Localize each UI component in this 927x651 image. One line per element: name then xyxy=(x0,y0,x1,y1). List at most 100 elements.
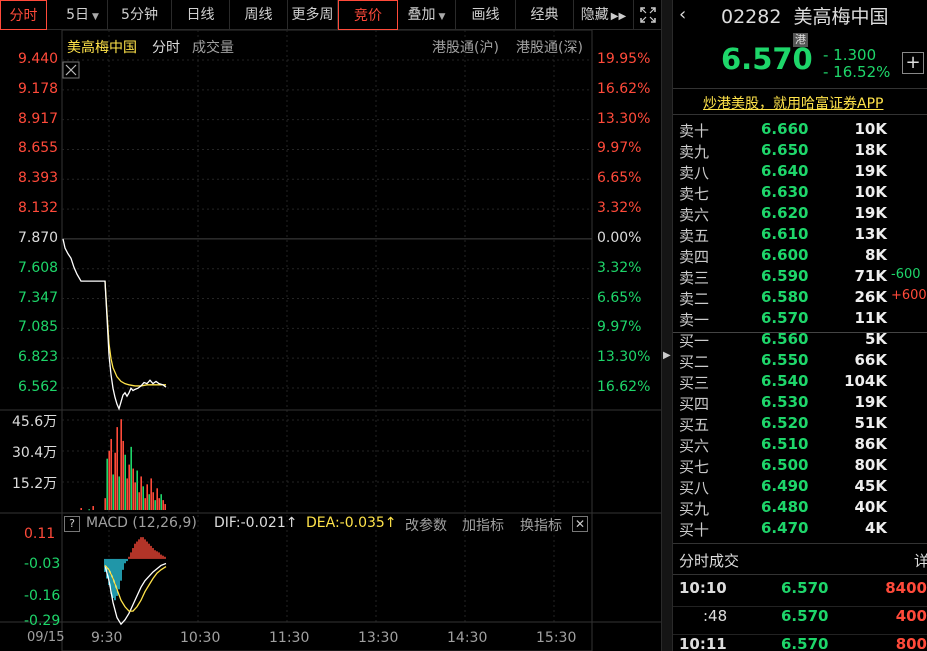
orderbook-row[interactable]: 卖九 6.650 18K xyxy=(673,141,927,162)
add-indicator-button[interactable]: 加指标 xyxy=(462,515,504,535)
orderbook-row[interactable]: 买十 6.470 4K xyxy=(673,519,927,540)
overlay-dropdown[interactable]: 叠加 ▼ xyxy=(398,0,456,30)
fullscreen-button[interactable] xyxy=(634,0,661,30)
volume-bar xyxy=(142,486,144,510)
switch-indicator-button[interactable]: 换指标 xyxy=(520,515,562,535)
orderbook-volume: 13K xyxy=(854,225,888,243)
orderbook-row[interactable]: 买二 6.550 66K xyxy=(673,351,927,372)
time-tick: 15:30 xyxy=(536,630,577,646)
orderbook-volume: 19K xyxy=(854,162,888,180)
orderbook-row[interactable]: 卖五 6.610 13K xyxy=(673,225,927,246)
macd-tick: -0.16 xyxy=(24,588,61,604)
price-tick: 8.393 xyxy=(18,170,59,187)
tab-5day-label: 5日 xyxy=(66,7,89,23)
bidding-button[interactable]: 竞价 xyxy=(338,0,398,30)
book-divider xyxy=(673,332,927,333)
orderbook-level: 卖一 xyxy=(679,311,710,329)
percent-tick: 9.97% xyxy=(597,319,642,336)
tab-daily[interactable]: 日线 xyxy=(172,0,230,30)
overlay-label: 叠加 xyxy=(407,7,436,23)
orderbook-row[interactable]: 卖二 6.580 26K +600 xyxy=(673,288,927,309)
percent-tick: 13.30% xyxy=(597,110,651,127)
orderbook-row[interactable]: 卖十 6.660 10K xyxy=(673,120,927,141)
volume-bar xyxy=(152,492,154,510)
time-tick: 14:30 xyxy=(447,630,488,646)
average-price-line xyxy=(104,281,166,387)
percent-tick: 19.95% xyxy=(597,51,651,67)
orderbook-volume: 26K xyxy=(854,288,888,306)
stock-code-text: 02282 xyxy=(721,6,782,28)
volume-bar xyxy=(80,508,82,510)
volume-bar xyxy=(136,470,138,510)
classic-button[interactable]: 经典 xyxy=(516,0,574,30)
orderbook-row[interactable]: 卖一 6.570 11K xyxy=(673,309,927,330)
change-params-button[interactable]: 改参数 xyxy=(405,515,447,535)
volume-bar xyxy=(158,498,160,510)
orderbook-row[interactable]: 买三 6.540 104K xyxy=(673,372,927,393)
orderbook-row[interactable]: 买六 6.510 86K xyxy=(673,435,927,456)
panel-divider[interactable]: ▶ xyxy=(661,0,673,651)
orderbook-row[interactable]: 卖七 6.630 10K xyxy=(673,183,927,204)
orderbook-row[interactable]: 买七 6.500 80K xyxy=(673,456,927,477)
volume-bar xyxy=(148,494,150,510)
ad-text[interactable]: 炒港美股，就用哈富证券APP xyxy=(703,93,883,113)
volume-bar xyxy=(132,468,134,510)
hide-button[interactable]: 隐藏 ▶▶ xyxy=(574,0,634,30)
volume-bar xyxy=(146,484,148,510)
volume-bar xyxy=(88,509,90,511)
orderbook-price: 6.490 xyxy=(761,477,809,495)
draw-line-button[interactable]: 画线 xyxy=(456,0,516,30)
dea-value: DEA:-0.035↑ xyxy=(306,515,397,531)
orderbook-volume: 45K xyxy=(854,477,888,495)
orderbook-level: 卖五 xyxy=(679,227,710,245)
orderbook-volume: 86K xyxy=(854,435,888,453)
orderbook-row[interactable]: 买四 6.530 19K xyxy=(673,393,927,414)
orderbook-level: 买四 xyxy=(679,395,710,413)
trade-time: 10:11 xyxy=(679,635,727,651)
orderbook-volume: 11K xyxy=(854,309,888,327)
orderbook-price: 6.660 xyxy=(761,120,809,138)
back-arrow-icon[interactable]: ‹ xyxy=(679,4,686,25)
orderbook-row[interactable]: 买九 6.480 40K xyxy=(673,498,927,519)
trade-volume: 8400 xyxy=(885,579,927,597)
intraday-chart[interactable] xyxy=(0,30,661,651)
orderbook-volume: 4K xyxy=(864,519,887,537)
orderbook-row[interactable]: 卖三 6.590 71K -600 xyxy=(673,267,927,288)
orderbook-row[interactable]: 卖六 6.620 19K xyxy=(673,204,927,225)
orderbook-price: 6.580 xyxy=(761,288,809,306)
ad-banner[interactable]: 炒港美股，就用哈富证券APP xyxy=(673,88,927,115)
close-macd-icon[interactable]: ✕ xyxy=(572,516,588,532)
orderbook-level: 买九 xyxy=(679,500,710,518)
collapse-arrow-icon[interactable]: ▶ xyxy=(663,350,671,361)
trade-price: 6.570 xyxy=(781,607,829,625)
macd-header: ? MACD (12,26,9) DIF:-0.021↑ DEA:-0.035↑… xyxy=(62,514,592,534)
volume-bar xyxy=(108,450,110,510)
volume-bar xyxy=(130,446,132,510)
macd-tick: -0.03 xyxy=(24,556,61,572)
orderbook-row[interactable]: 买八 6.490 45K xyxy=(673,477,927,498)
macd-tick: -0.29 xyxy=(24,613,61,629)
tab-more-periods[interactable]: 更多周 xyxy=(288,0,338,30)
price-tick: 7.870 xyxy=(18,229,59,246)
orderbook-row[interactable]: 卖四 6.600 8K xyxy=(673,246,927,267)
tab-5day[interactable]: 5日 ▼ xyxy=(58,0,108,30)
chart-area[interactable]: 美高梅中国 分时 成交量 港股通(沪) 港股通(深) 9.440 9.178 8.9… xyxy=(0,30,661,651)
orderbook-volume: 66K xyxy=(854,351,888,369)
trade-time: 10:10 xyxy=(679,579,727,597)
tab-weekly[interactable]: 周线 xyxy=(230,0,288,30)
tab-5min[interactable]: 5分钟 xyxy=(108,0,172,30)
percent-tick: 3.32% xyxy=(597,200,642,217)
add-watchlist-button[interactable]: + xyxy=(902,52,924,74)
tab-intraday[interactable]: 分时 xyxy=(0,0,47,30)
orderbook-level: 买三 xyxy=(679,374,710,392)
orderbook-row[interactable]: 卖八 6.640 19K xyxy=(673,162,927,183)
price-tick: 9.178 xyxy=(18,80,59,97)
price-line xyxy=(62,238,167,411)
time-tick: 13:30 xyxy=(358,630,399,646)
last-price: 6.570 xyxy=(721,42,813,76)
trades-detail-button[interactable]: 详 xyxy=(914,550,927,571)
help-icon[interactable]: ? xyxy=(64,516,80,532)
orderbook-row[interactable]: 买五 6.520 51K xyxy=(673,414,927,435)
orderbook-row[interactable]: 买一 6.560 5K xyxy=(673,330,927,351)
close-chart-icon-cross xyxy=(65,64,77,76)
